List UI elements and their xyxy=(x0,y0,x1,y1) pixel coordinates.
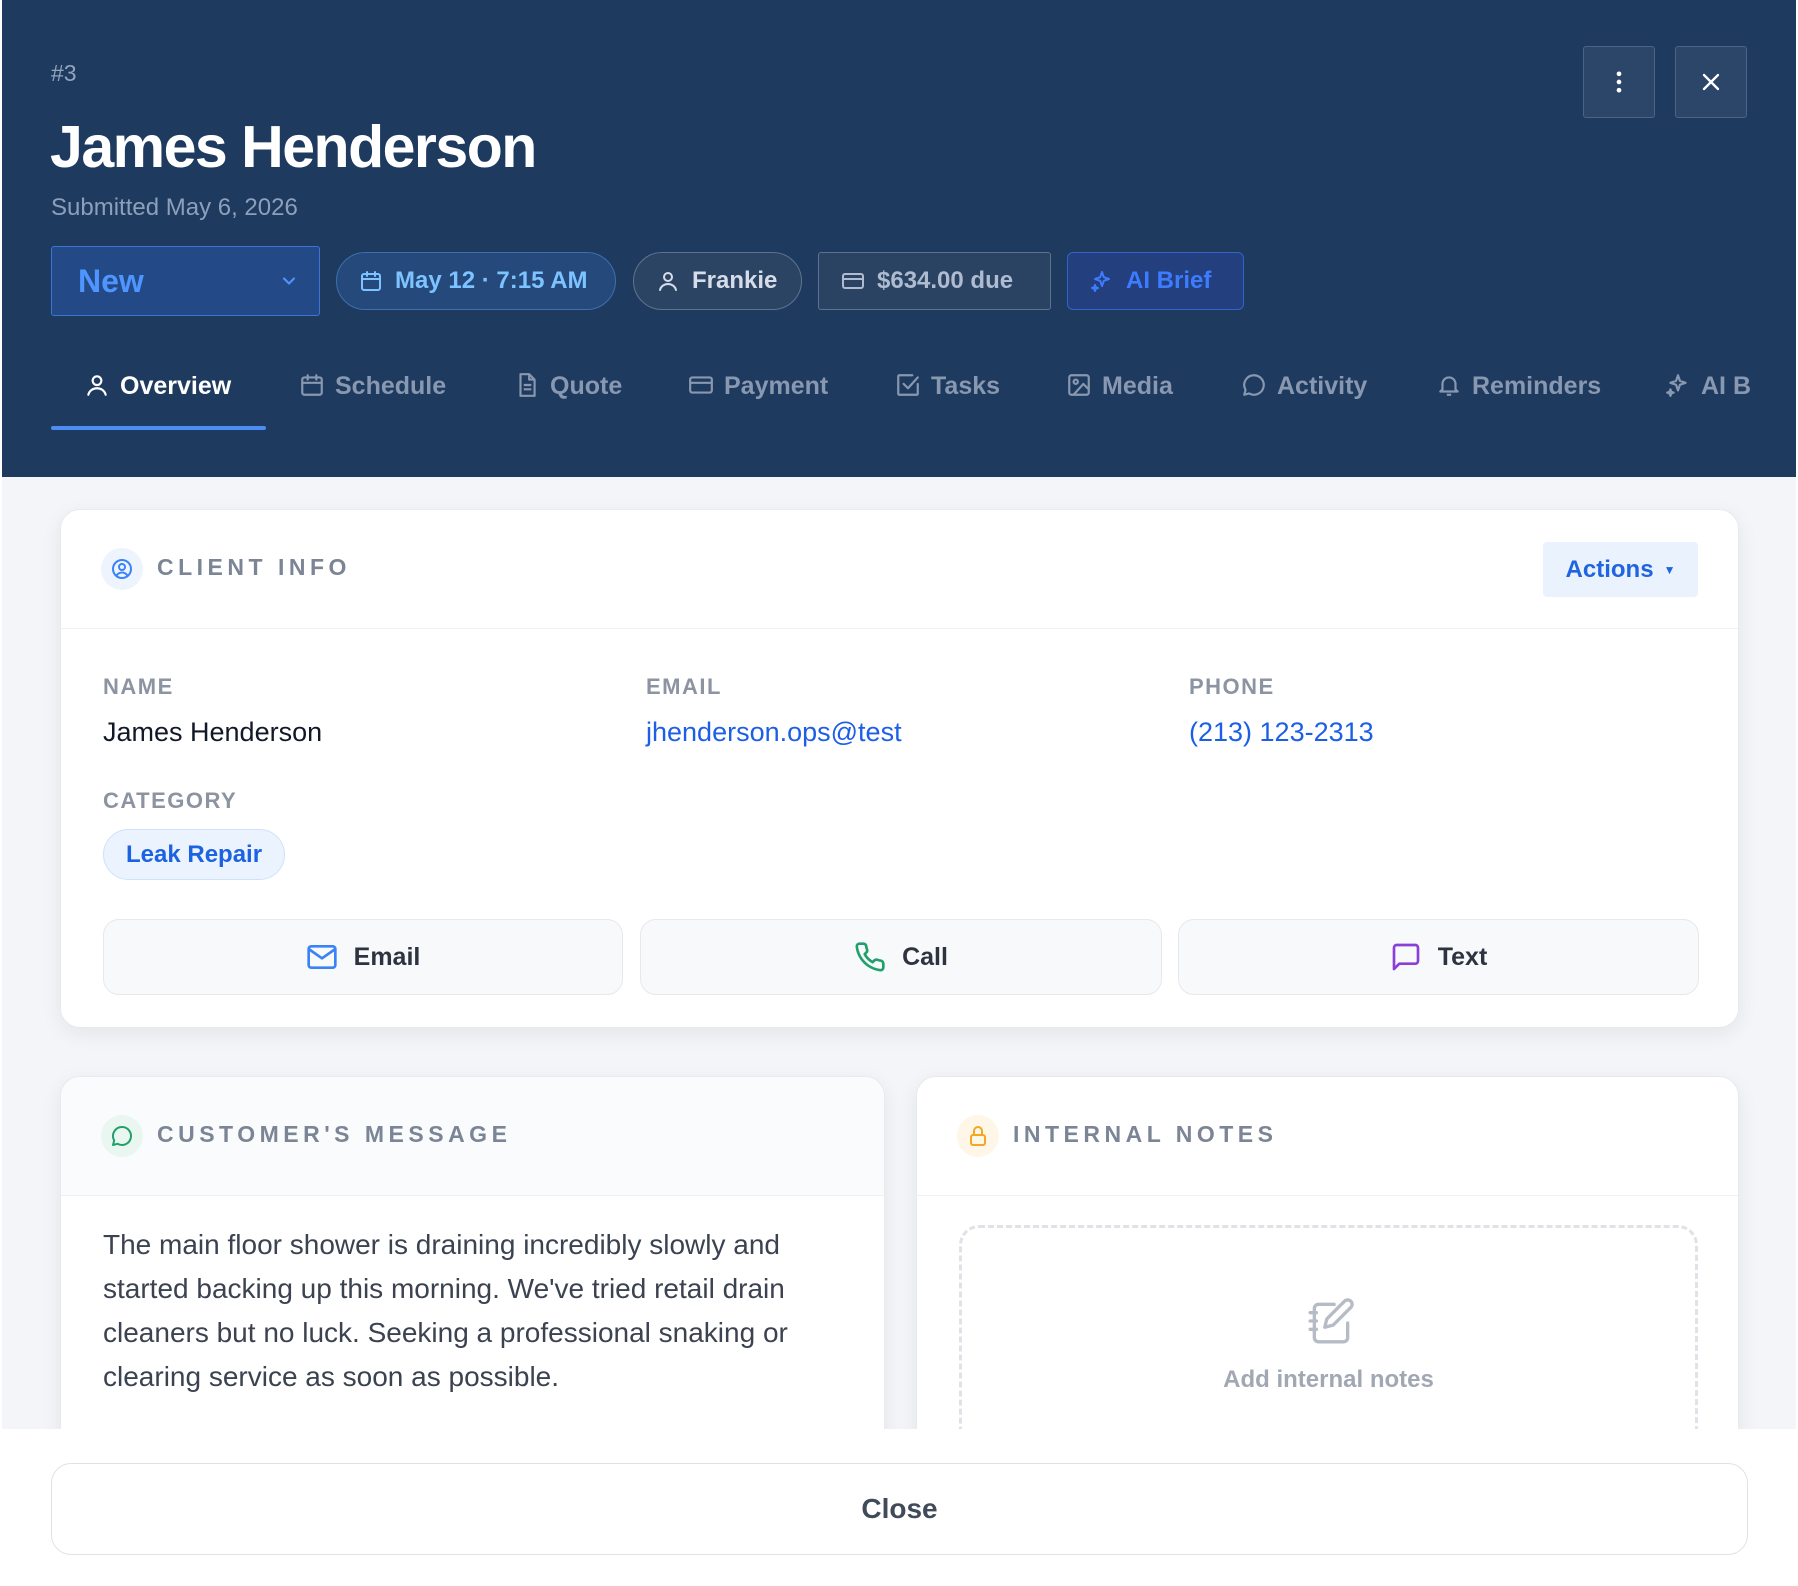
card-title: CLIENT INFO xyxy=(157,554,351,580)
tab-label: Quote xyxy=(550,372,623,400)
user-circle-icon xyxy=(101,548,143,590)
email-button-label: Email xyxy=(353,942,421,971)
lock-icon xyxy=(957,1115,999,1157)
caret-down-icon: ▼ xyxy=(1663,562,1676,577)
bell-icon xyxy=(1439,376,1459,396)
active-tab-indicator xyxy=(51,426,266,430)
calendar-icon xyxy=(361,271,381,291)
phone-label: PHONE xyxy=(1189,674,1275,699)
tab-label: Reminders xyxy=(1472,372,1602,400)
tab-quote[interactable]: Quote xyxy=(514,352,622,430)
card-title: INTERNAL NOTES xyxy=(1013,1121,1278,1147)
tab-tasks[interactable]: Tasks xyxy=(895,352,1000,430)
technician-pill[interactable]: Frankie xyxy=(633,252,802,310)
calendar-icon xyxy=(301,374,323,396)
close-modal-button[interactable] xyxy=(1675,46,1747,118)
text-button[interactable]: Text xyxy=(1178,919,1699,995)
tab-label: Payment xyxy=(724,372,829,400)
email-button[interactable]: Email xyxy=(103,919,623,995)
tab-label: Activity xyxy=(1277,372,1368,400)
modal-footer: Close xyxy=(2,1429,1796,1586)
call-button[interactable]: Call xyxy=(640,919,1162,995)
modal-header: #3 James Henderson Submitted May 6, 2026… xyxy=(2,0,1796,477)
client-info-card: CLIENT INFO Actions ▼ NAME James Henders… xyxy=(60,509,1739,1028)
card-header: CLIENT INFO Actions ▼ xyxy=(61,510,1738,629)
amount-due-pill[interactable]: $634.00 due xyxy=(818,252,1051,310)
tab-bar: Overview Schedule Quote Payment Tasks Me… xyxy=(51,352,1751,430)
phone-icon xyxy=(855,942,885,972)
card-header: CUSTOMER'S MESSAGE xyxy=(61,1077,884,1196)
user-icon xyxy=(87,375,107,396)
phone-link[interactable]: (213) 123-2313 xyxy=(1189,717,1374,748)
image-icon xyxy=(1068,374,1090,396)
actions-dropdown-button[interactable]: Actions ▼ xyxy=(1543,542,1698,597)
name-value: James Henderson xyxy=(103,717,323,747)
status-select[interactable]: New xyxy=(51,246,320,316)
email-label: EMAIL xyxy=(646,674,722,699)
tab-reminders[interactable]: Reminders xyxy=(1436,352,1601,430)
tab-label: AI B xyxy=(1701,372,1751,400)
tab-payment[interactable]: Payment xyxy=(688,352,828,430)
tab-overview[interactable]: Overview xyxy=(84,352,231,430)
status-selected-label: New xyxy=(78,262,144,299)
actions-label: Actions xyxy=(1565,555,1654,583)
schedule-pill[interactable]: May 12 · 7:15 AM xyxy=(336,252,616,310)
job-number: #3 xyxy=(51,60,77,86)
user-icon xyxy=(659,272,677,291)
category-tag: Leak Repair xyxy=(103,829,286,880)
tab-label: Overview xyxy=(120,372,232,400)
customer-message-text: The main floor shower is draining incred… xyxy=(103,1229,788,1392)
ai-brief-label: AI Brief xyxy=(1126,267,1212,294)
schedule-pill-label: May 12 · 7:15 AM xyxy=(395,267,588,294)
credit-card-icon xyxy=(842,273,864,289)
close-icon xyxy=(1702,73,1720,91)
tab-label: Tasks xyxy=(931,372,1001,400)
tab-label: Media xyxy=(1102,372,1173,400)
checkbox-icon xyxy=(897,374,919,396)
submitted-date: Submitted May 6, 2026 xyxy=(51,194,298,221)
tab-label: Schedule xyxy=(335,372,447,400)
tab-activity[interactable]: Activity xyxy=(1241,352,1367,430)
notebook-pen-icon xyxy=(1308,1298,1354,1344)
add-notes-label: Add internal notes xyxy=(1223,1366,1434,1393)
page-title: James Henderson xyxy=(50,114,537,180)
close-button[interactable]: Close xyxy=(51,1463,1748,1555)
sparkles-icon xyxy=(1666,374,1687,397)
chat-bubble-icon xyxy=(1243,374,1265,396)
chat-bubble-icon xyxy=(101,1115,143,1157)
tab-media[interactable]: Media xyxy=(1066,352,1173,430)
mail-icon xyxy=(306,945,337,969)
more-vertical-icon xyxy=(1616,71,1622,93)
credit-card-icon xyxy=(689,376,713,394)
chevron-down-icon xyxy=(282,277,296,285)
email-link[interactable]: jhenderson.ops@test xyxy=(646,717,902,748)
technician-pill-label: Frankie xyxy=(692,267,778,294)
category-label: CATEGORY xyxy=(103,788,238,813)
card-title: CUSTOMER'S MESSAGE xyxy=(157,1121,512,1147)
ai-brief-pill[interactable]: AI Brief xyxy=(1067,252,1244,310)
job-detail-modal: #3 James Henderson Submitted May 6, 2026… xyxy=(2,0,1796,1586)
tab-schedule[interactable]: Schedule xyxy=(299,352,446,430)
amount-due-label: $634.00 due xyxy=(877,267,1014,294)
card-header: INTERNAL NOTES xyxy=(917,1077,1738,1196)
call-button-label: Call xyxy=(902,942,948,971)
message-square-icon xyxy=(1392,943,1420,971)
tab-ai-brief[interactable]: AI B xyxy=(1665,352,1751,430)
name-label: NAME xyxy=(103,674,174,699)
sparkles-icon xyxy=(1091,271,1110,292)
more-menu-button[interactable] xyxy=(1583,46,1655,118)
document-icon xyxy=(519,373,536,397)
text-button-label: Text xyxy=(1437,942,1488,971)
